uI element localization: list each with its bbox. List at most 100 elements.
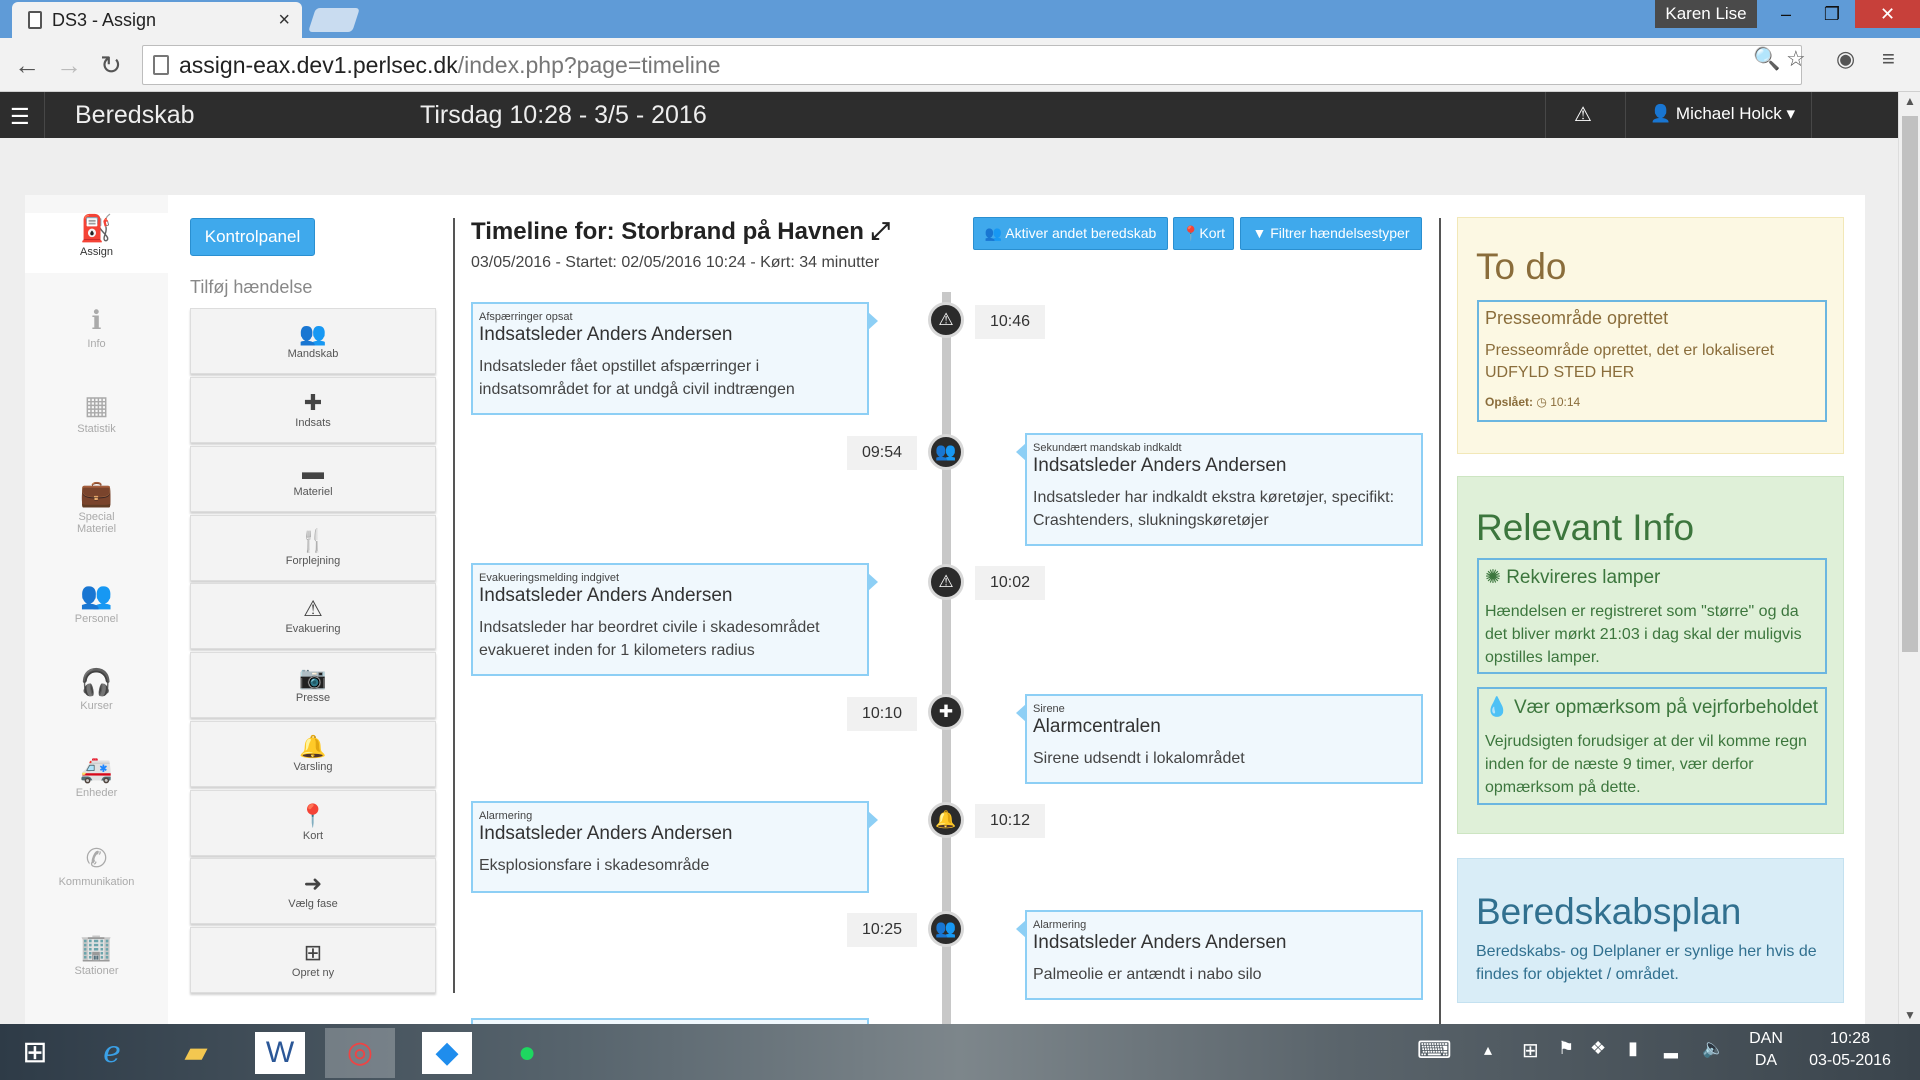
dropbox-tray-icon[interactable]: ❖ [1590,1038,1606,1059]
zoom-icon[interactable]: 🔍 [1753,46,1780,72]
page-scrollbar[interactable]: ▲ ▼ [1898,92,1920,1024]
nav-item-special-materiel[interactable]: 💼 Special Materiel [25,478,168,535]
vaelg-fase-button[interactable]: ➜ Vælg fase [190,858,436,924]
event-time: 10:10 [847,697,917,731]
keyboard-icon[interactable]: ⌨ [1417,1036,1452,1065]
event-author: Indsatsleder Anders Andersen [1033,455,1287,476]
timeline-event[interactable]: Sekundært mandskab indkaldt Indsatsleder… [1016,433,1423,546]
spotify-icon[interactable]: ● [492,1028,562,1078]
user-menu[interactable]: 👤 Michael Holck ▾ [1650,104,1795,124]
volume-icon[interactable]: 🔈 [1702,1038,1724,1059]
event-category: Alarmering [479,810,533,822]
map-button[interactable]: 📍Kort [1173,217,1234,250]
bookmark-star-icon[interactable]: ☆ [1786,46,1806,72]
taskbar-clock[interactable]: 10:28 03-05-2016 [1802,1030,1898,1070]
warning-icon[interactable]: ⚠ [1574,102,1592,127]
nav-item-kommunikation[interactable]: ✆ Kommunikation [25,843,168,888]
materiel-button[interactable]: ▬ Materiel [190,446,436,512]
reload-icon[interactable]: ↻ [100,50,122,81]
info-icon: ℹ [91,305,102,335]
word-icon[interactable]: W [255,1032,305,1074]
kort-button[interactable]: 📍 Kort [190,790,436,856]
minimize-icon[interactable]: – [1763,0,1809,28]
back-icon[interactable]: ← [14,50,40,81]
evakuering-button[interactable]: ⚠ Evakuering [190,583,436,649]
nav-item-assign[interactable]: ⛽ Assign [25,213,168,273]
drop-icon: 💧 [1485,697,1509,718]
nav-item-statistik[interactable]: ▦ Statistik [25,390,168,435]
header-divider [44,92,45,138]
cutlery-icon: 🍴 [299,528,327,553]
tray-arrow-icon[interactable]: ▴ [1484,1040,1492,1060]
internet-explorer-icon[interactable]: ℯ [77,1028,147,1078]
medkit-icon: ✚ [303,390,323,415]
windows-start-icon[interactable]: ⊞ [0,1028,70,1078]
scrollbar-thumb[interactable] [1902,116,1918,652]
page-icon [28,11,42,29]
indsats-button[interactable]: ✚ Indsats [190,377,436,443]
maximize-icon[interactable]: ❐ [1809,0,1855,28]
signal-icon[interactable]: ▂ [1664,1038,1678,1059]
mandskab-button[interactable]: 👥 Mandskab [190,308,436,374]
timeline-subtitle: 03/05/2016 - Startet: 02/05/2016 10:24 -… [471,254,880,271]
extension-icon[interactable]: ◉ [1836,46,1855,72]
kontrolpanel-button[interactable]: Kontrolpanel [190,218,315,256]
gear-icon: ✺ [1485,567,1501,588]
add-event-heading: Tilføj hændelse [190,277,313,297]
tab-close-icon[interactable]: × [278,9,290,32]
timeline-event[interactable]: Alarmering Indsatsleder Anders Andersen … [1016,910,1423,1000]
info-item[interactable]: ✺ Rekvireres lamper Hændelsen er registr… [1477,558,1827,674]
filter-icon: ▼ [1252,225,1267,241]
presse-button[interactable]: 📷 Presse [190,652,436,718]
event-author: Indsatsleder Anders Andersen [479,585,733,606]
map-marker-icon: 📍 [299,803,327,828]
expand-icon[interactable]: ⤢ [871,218,890,245]
battery-icon[interactable]: ▮ [1628,1038,1638,1059]
url-bar[interactable]: assign-eax.dev1.perlsec.dk/index.php?pag… [142,45,1802,85]
hamburger-menu-icon[interactable]: ☰ [10,104,30,130]
browser-tab[interactable]: DS3 - Assign × [12,2,302,38]
brand-title[interactable]: Beredskab [75,101,195,130]
nav-item-enheder[interactable]: 🚑 Enheder [25,754,168,799]
todo-item-description: Presseområde oprettet, det er lokalisere… [1485,342,1775,381]
opret-ny-button[interactable]: ⊞ Opret ny [190,927,436,993]
event-author: Indsatsleder Anders Andersen [1033,932,1287,953]
window-close-icon[interactable]: ✕ [1855,0,1920,28]
scroll-up-icon[interactable]: ▲ [1904,94,1916,108]
file-explorer-icon[interactable]: ▰ [161,1028,231,1078]
nav-item-info[interactable]: ℹ Info [25,305,168,350]
nav-item-stationer[interactable]: 🏢 Stationer [25,932,168,977]
user-name: Michael Holck [1675,104,1782,123]
timeline-event[interactable]: Afspærringer opsat Indsatsleder Anders A… [471,302,878,415]
todo-panel: To do Presseområde oprettet Presseområde… [1457,217,1844,454]
menu-icon[interactable]: ≡ [1882,46,1895,72]
timeline-event[interactable]: Evakueringsmelding indgivet Indsatsleder… [471,563,878,676]
flag-icon[interactable]: ⚑ [1558,1038,1574,1059]
scroll-down-icon[interactable]: ▼ [1904,1008,1916,1022]
nav-item-personel[interactable]: 👥 Personel [25,580,168,625]
activate-other-button[interactable]: 👥 Aktiver andet beredskab [973,217,1168,250]
profile-name[interactable]: Karen Lise [1655,0,1757,28]
ambulance-icon: ✚ [928,694,964,730]
timeline-event[interactable]: Alarmering Indsatsleder Anders Andersen … [471,801,878,893]
event-time: 10:46 [975,305,1045,339]
browser-tab-strip: DS3 - Assign × Karen Lise – ❐ ✕ [0,0,1920,38]
users-icon: 👥 [928,911,964,947]
calendar-icon: ▦ [84,390,109,420]
new-tab-button[interactable] [308,8,360,32]
windows-icon[interactable]: ⊞ [1522,1038,1539,1063]
chrome-icon[interactable]: ◎ [325,1028,395,1078]
todo-item[interactable]: Presseområde oprettet Presseområde opret… [1477,300,1827,422]
timeline-event[interactable]: Sirene Alarmcentralen Sirene udsendt i l… [1016,694,1423,784]
varsling-button[interactable]: 🔔 Varsling [190,721,436,787]
event-description: Sirene udsendt i lokalområdet [1033,750,1245,767]
info-item[interactable]: 💧 Vær opmærksom på vejrforbeholdet Vejru… [1477,687,1827,805]
dropbox-icon[interactable]: ◆ [422,1032,472,1074]
language-indicator[interactable]: DAN DA [1748,1030,1784,1070]
nav-item-kurser[interactable]: 🎧 Kurser [25,667,168,712]
forward-icon[interactable]: → [56,50,82,81]
header-datetime: Tirsdag 10:28 - 3/5 - 2016 [420,101,707,129]
briefcase-icon: 💼 [80,478,113,508]
forplejning-button[interactable]: 🍴 Forplejning [190,515,436,581]
filter-event-types-button[interactable]: ▼ Filtrer hændelsestyper [1240,217,1422,250]
